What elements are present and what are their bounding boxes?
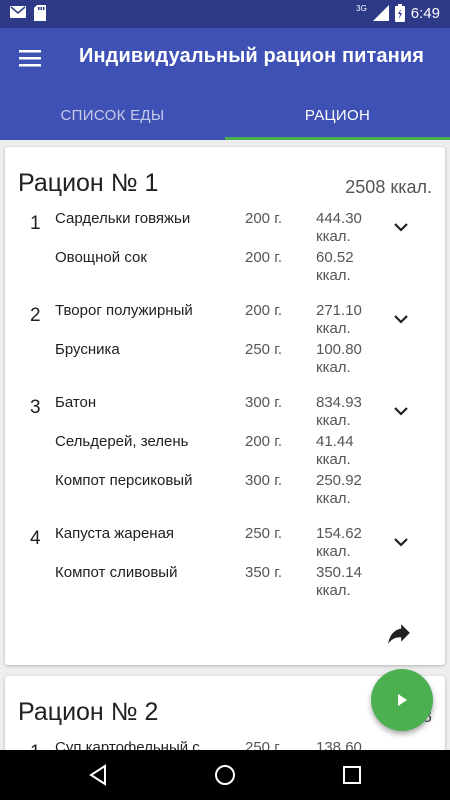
email-icon	[10, 6, 26, 18]
food-kcal: 834.93 ккал.	[316, 394, 380, 430]
food-kcal-value: 41.44	[316, 433, 354, 450]
food-kcal-unit: ккал.	[316, 267, 351, 284]
expand-meal-chevron-icon[interactable]	[389, 215, 413, 239]
ration-total-kcal: 2508 ккал.	[345, 177, 432, 197]
food-kcal: 350.14 ккал.	[316, 564, 380, 600]
food-name: Овощной сок	[55, 249, 147, 266]
food-kcal-unit: ккал.	[316, 228, 351, 245]
food-name: Сардельки говяжьи	[55, 210, 191, 227]
recents-icon[interactable]	[340, 763, 364, 787]
food-kcal-value: 250.92	[316, 472, 362, 489]
food-kcal: 60.52 ккал.	[316, 249, 380, 285]
food-kcal-value: 271.10	[316, 302, 362, 319]
play-icon	[398, 694, 407, 706]
food-item: Овощной сок 200 г. 60.52 ккал.	[5, 249, 445, 289]
ration-list[interactable]: Рацион № 1 2508 ккал. 1 Сардельки говяжь…	[0, 140, 450, 750]
food-kcal-unit: ккал.	[316, 359, 351, 376]
food-item: Батон 300 г. 834.93 ккал.	[5, 394, 445, 434]
food-kcal-unit: ккал.	[316, 582, 351, 599]
food-name: Брусника	[55, 341, 120, 358]
ration-title: Рацион № 2	[18, 698, 159, 726]
sd-card-icon	[34, 5, 46, 21]
status-bar: 3G 6:49	[0, 0, 450, 28]
food-kcal-unit: ккал.	[316, 320, 351, 337]
food-kcal-value: 60.52	[316, 249, 354, 266]
share-icon[interactable]	[386, 621, 412, 647]
food-item: Сардельки говяжьи 200 г. 444.30 ккал.	[5, 210, 445, 250]
ration-card: Рацион № 1 2508 ккал. 1 Сардельки говяжь…	[5, 147, 445, 665]
food-kcal: 444.30 ккал.	[316, 210, 380, 246]
food-item: Компот персиковый 300 г. 250.92 ккал.	[5, 472, 445, 512]
food-name: Суп картофельный с	[55, 739, 200, 750]
food-kcal-value: 154.62	[316, 525, 362, 542]
food-name: Капуста жареная	[55, 525, 175, 542]
food-weight: 200 г.	[245, 433, 283, 450]
expand-meal-chevron-icon[interactable]	[389, 399, 413, 423]
food-kcal: 154.62 ккал.	[316, 525, 380, 561]
food-item: Капуста жареная 250 г. 154.62 ккал.	[5, 525, 445, 565]
food-item: Сельдерей, зелень 200 г. 41.44 ккал.	[5, 433, 445, 473]
food-name: Компот персиковый	[55, 472, 193, 489]
food-kcal-value: 138.60	[316, 739, 362, 750]
battery-icon	[394, 4, 405, 22]
back-icon[interactable]	[86, 763, 110, 787]
hamburger-menu-icon	[19, 50, 41, 67]
food-item: Брусника 250 г. 100.80 ккал.	[5, 341, 445, 381]
food-kcal: 250.92 ккал.	[316, 472, 380, 508]
ration-title: Рацион № 1	[18, 169, 159, 197]
food-item: Творог полужирный 200 г. 271.10 ккал.	[5, 302, 445, 342]
food-weight: 300 г.	[245, 394, 283, 411]
app-bar: Индивидуальный рацион питания СПИСОК ЕДЫ…	[0, 28, 450, 140]
navigation-bar	[0, 750, 450, 800]
signal-icon	[372, 5, 389, 21]
food-kcal: 100.80 ккал.	[316, 341, 380, 377]
food-weight: 200 г.	[245, 210, 283, 227]
expand-meal-chevron-icon[interactable]	[389, 307, 413, 331]
food-kcal-unit: ккал.	[316, 451, 351, 468]
food-kcal-unit: ккал.	[316, 490, 351, 507]
food-name: Творог полужирный	[55, 302, 193, 319]
network-type: 3G	[356, 3, 367, 13]
food-weight: 250 г.	[245, 341, 283, 358]
food-weight: 250 г.	[245, 525, 283, 542]
food-kcal: 138.60	[316, 739, 380, 750]
food-name: Компот сливовый	[55, 564, 178, 581]
app-title: Индивидуальный рацион питания	[79, 45, 424, 67]
home-icon[interactable]	[213, 763, 237, 787]
food-kcal-value: 350.14	[316, 564, 362, 581]
food-weight: 300 г.	[245, 472, 283, 489]
food-kcal-value: 100.80	[316, 341, 362, 358]
food-kcal-unit: ккал.	[316, 543, 351, 560]
play-button[interactable]	[371, 669, 433, 731]
food-name: Батон	[55, 394, 97, 411]
food-kcal-value: 444.30	[316, 210, 362, 227]
food-kcal: 41.44 ккал.	[316, 433, 380, 469]
food-weight: 200 г.	[245, 302, 283, 319]
tab-bar: СПИСОК ЕДЫ РАЦИОН	[0, 90, 450, 140]
food-kcal-unit: ккал.	[316, 412, 351, 429]
tab-ration[interactable]: РАЦИОН	[225, 90, 450, 140]
expand-meal-chevron-icon[interactable]	[389, 530, 413, 554]
food-kcal-value: 834.93	[316, 394, 362, 411]
food-name: Сельдерей, зелень	[55, 433, 189, 450]
tab-food-list[interactable]: СПИСОК ЕДЫ	[0, 90, 225, 140]
food-item: Суп картофельный с 250 г. 138.60	[5, 739, 445, 750]
food-kcal: 271.10 ккал.	[316, 302, 380, 338]
food-weight: 350 г.	[245, 564, 283, 581]
menu-button[interactable]	[12, 42, 48, 74]
food-weight: 250 г.	[245, 739, 283, 750]
food-item: Компот сливовый 350 г. 350.14 ккал.	[5, 564, 445, 604]
food-weight: 200 г.	[245, 249, 283, 266]
status-time: 6:49	[410, 4, 440, 22]
